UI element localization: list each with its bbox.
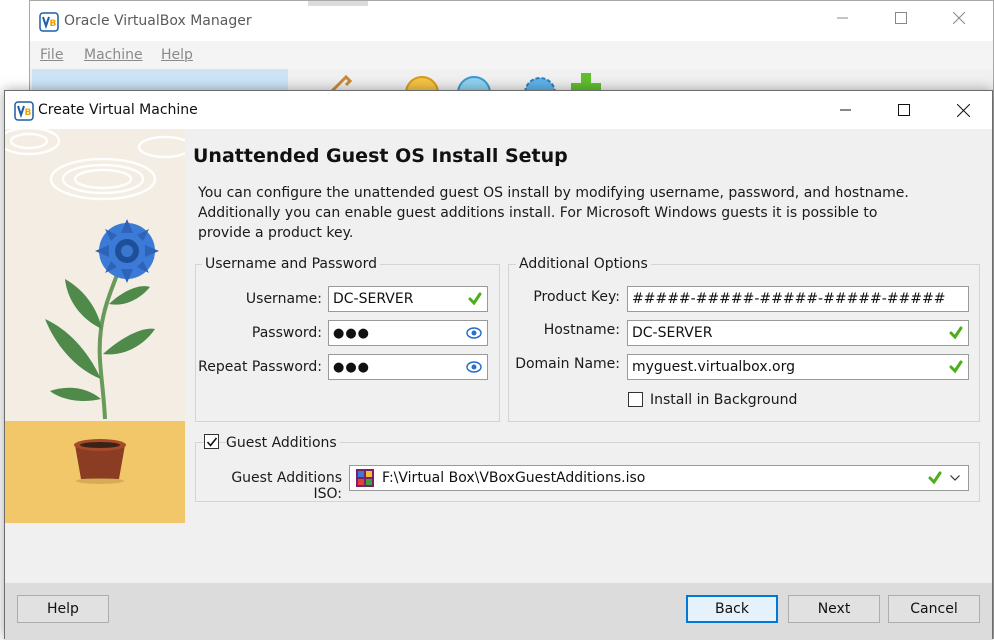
dialog-maximize-button[interactable] [875,91,933,129]
guest-additions-checkbox[interactable] [204,434,219,449]
menu-help[interactable]: Help [161,47,193,63]
username-value: DC-SERVER [333,291,414,307]
checkmark-icon [206,437,217,447]
page-description: You can configure the unattended guest O… [198,185,909,241]
iso-path: F:\Virtual Box\VBoxGuestAdditions.iso [382,470,646,486]
guest-additions-iso-selector[interactable]: F:\Virtual Box\VBoxGuestAdditions.iso [349,465,969,491]
dialog-close-button[interactable] [934,91,992,129]
product-key-label: Product Key: [533,289,620,305]
username-field[interactable]: DC-SERVER [328,286,488,312]
install-in-background-checkbox[interactable] [628,392,643,407]
password-value: ●●● [333,325,371,341]
hostname-label: Hostname: [543,322,620,338]
guest-additions-iso-label: Guest Additions ISO: [231,470,342,502]
show-password-eye-icon[interactable] [466,360,482,378]
close-icon [956,103,970,117]
password-label: Password: [251,325,322,341]
chevron-down-icon[interactable] [950,475,960,481]
repeat-password-field[interactable]: ●●● [328,354,488,380]
menu-machine[interactable]: Machine [84,47,143,63]
username-label: Username: [245,291,322,307]
svg-text:B: B [50,19,57,29]
dialog-minimize-button[interactable] [817,91,875,129]
domain-name-value: myguest.virtualbox.org [632,359,796,375]
manager-title: Oracle VirtualBox Manager [64,13,252,29]
guest-additions-label[interactable]: Guest Additions [226,435,340,451]
help-button[interactable]: Help [17,595,109,623]
install-in-background-label[interactable]: Install in Background [650,392,797,408]
virtualbox-logo-icon: B [14,101,34,125]
hostname-field[interactable]: DC-SERVER [627,320,969,346]
manager-maximize-button[interactable] [878,9,924,35]
valid-check-icon [949,326,963,344]
valid-check-icon [949,360,963,378]
domain-name-label: Domain Name: [515,356,620,372]
manager-titlebar: B Oracle VirtualBox Manager [30,1,993,41]
button-bar: Help Back Next Cancel [5,583,992,640]
manager-menubar: File Machine Help [30,41,993,69]
product-key-value: #####-#####-#####-#####-##### [632,291,946,307]
valid-check-icon [928,471,942,485]
product-key-field[interactable]: #####-#####-#####-#####-##### [627,286,969,312]
minimize-icon [840,109,851,111]
cancel-button[interactable]: Cancel [888,595,980,623]
manager-close-button[interactable] [936,9,982,35]
dialog-title: Create Virtual Machine [38,102,198,118]
virtualbox-logo-icon: B [39,12,59,36]
iso-archive-icon [356,469,374,487]
svg-text:B: B [25,108,32,118]
credentials-group-title: Username and Password [202,256,380,272]
domain-name-field[interactable]: myguest.virtualbox.org [627,354,969,380]
next-button[interactable]: Next [788,595,880,623]
page-title: Unattended Guest OS Install Setup [193,145,568,167]
maximize-icon [898,104,910,116]
repeat-password-label: Repeat Password: [198,359,322,375]
create-vm-dialog: B Create Virtual Machine Unattended Gues… [4,90,993,640]
wizard-artwork [5,129,185,523]
password-field[interactable]: ●●● [328,320,488,346]
additional-options-group-title: Additional Options [516,256,651,272]
valid-check-icon [468,292,482,310]
manager-tab-ghost [308,1,368,6]
menu-file[interactable]: File [40,47,63,63]
manager-minimize-button[interactable] [820,9,866,35]
show-password-eye-icon[interactable] [466,326,482,344]
hostname-value: DC-SERVER [632,325,713,341]
dialog-titlebar[interactable]: B Create Virtual Machine [5,91,992,129]
repeat-password-value: ●●● [333,359,371,375]
back-button[interactable]: Back [686,595,778,623]
